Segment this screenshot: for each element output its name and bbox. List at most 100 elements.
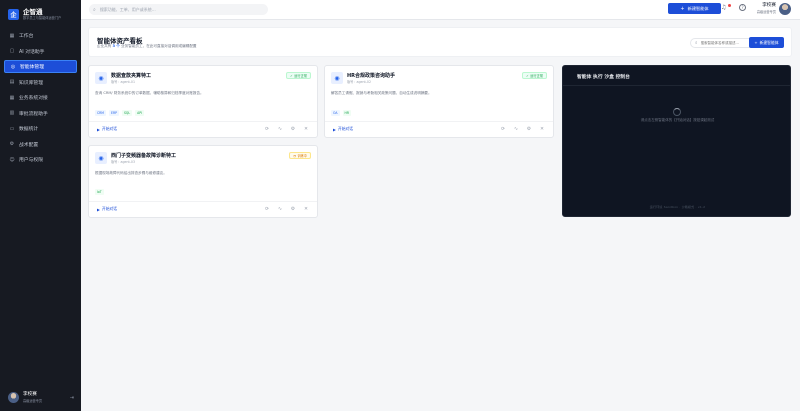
agent-description: 根据现场故障代码给出排查步骤与维修建议。: [95, 171, 167, 175]
grid-icon: ▦: [9, 94, 15, 101]
start-chat-link[interactable]: ▶ 开始对话: [333, 126, 353, 132]
agent-card: ◉ HR合规政策咨询助手 版号：agent-02 ✓ 运行正常 解答员工请假、报销…: [324, 65, 554, 138]
top-user-info[interactable]: 李校赛 高级运营专员: [752, 3, 776, 14]
tag: IoT: [95, 189, 104, 195]
topbar: ⌕ +新建智能体 ♫ ? 李校赛 高级运营专员: [81, 0, 800, 20]
status-badge-label: 训练中: [297, 154, 307, 158]
refresh-icon[interactable]: ⟳: [500, 126, 506, 132]
activity-icon[interactable]: ∿: [277, 126, 283, 132]
check-icon: ✓: [526, 73, 529, 78]
settings-icon[interactable]: ⚙: [290, 206, 296, 212]
sidebar: 企 企智通 数字员工与智能体运营门户 ▦ 工作台 ▢ AI 对话助手 ◎ 智能体管理 …: [0, 0, 81, 411]
create-agent-button-label: 新建智能体: [759, 39, 779, 45]
tag-list: CRM ERP SQL API: [95, 110, 147, 116]
sidebar-item-label: 智能体管理: [20, 65, 44, 70]
page-subtitle: 企业共有 3 个 业务智能员工，在此可直接对话调用或编辑配置: [97, 44, 197, 49]
search-icon: ⌕: [695, 41, 698, 46]
trash-icon[interactable]: ✕: [539, 126, 545, 132]
start-chat-link[interactable]: ▶ 开始对话: [97, 206, 117, 212]
new-agent-button[interactable]: + 新建智能体: [668, 3, 721, 14]
plus-icon: +: [680, 5, 685, 12]
sidebar-item-label: 战术配置: [19, 142, 39, 148]
sidebar-item-config[interactable]: ⚙ 战术配置: [4, 138, 77, 151]
agent-card: ◉ 西门子变频器备故障诊断特工 版号：agent-03 ◔ 训练中 根据现场故障代…: [88, 145, 318, 218]
sidebar-nav: ▦ 工作台 ▢ AI 对话助手 ◎ 智能体管理 ▤ 知识库管理 ▦ 业务系统对接 ▥ 审批流…: [0, 29, 81, 166]
global-search[interactable]: ⌕: [89, 4, 268, 15]
activity-icon[interactable]: ∿: [277, 206, 283, 212]
sidebar-item-users[interactable]: ☺ 用户与权限: [4, 153, 77, 166]
status-badge: ◔ 训练中: [289, 152, 311, 159]
sidebar-item-statistics[interactable]: ▭ 数据统计: [4, 122, 77, 135]
new-agent-button-label: 新建智能体: [687, 5, 709, 11]
refresh-icon[interactable]: ⟳: [264, 126, 270, 132]
agent-meta: 版号：agent-03: [111, 160, 135, 164]
activity-icon[interactable]: ∿: [513, 126, 519, 132]
sidebar-item-system-integration[interactable]: ▦ 业务系统对接: [4, 91, 77, 104]
sidebar-item-agent-management[interactable]: ◎ 智能体管理: [4, 60, 77, 73]
agent-title: 西门子变频器备故障诊断特工: [111, 153, 177, 159]
top-user-role: 高级运营专员: [756, 9, 776, 14]
tag: API: [135, 110, 144, 116]
gear-icon: ⚙: [9, 141, 15, 147]
document-icon: ▥: [9, 110, 15, 116]
sidebar-user-role: 高级运营专员: [23, 398, 43, 403]
tag-list: OA HR: [331, 110, 354, 116]
chat-icon: ▢: [9, 48, 15, 54]
start-chat-link[interactable]: ▶ 开始对话: [97, 126, 117, 132]
clock-icon: ◔: [293, 153, 296, 158]
tag: ERP: [108, 110, 119, 116]
page-header: 智能体资产看板 企业共有 3 个 业务智能员工，在此可直接对话调用或编辑配置 ⌕…: [88, 27, 792, 57]
help-icon[interactable]: ?: [739, 4, 746, 11]
brand-name: 企智通: [23, 7, 43, 16]
refresh-icon[interactable]: ⟳: [264, 206, 270, 212]
bell-icon[interactable]: ♫: [721, 4, 726, 11]
start-chat-label: 开始对话: [101, 206, 118, 211]
sidebar-item-workbench[interactable]: ▦ 工作台: [4, 29, 77, 42]
book-icon: ▤: [9, 79, 15, 85]
subtitle-prefix: 企业共有: [97, 44, 112, 48]
card-actions: ⟳ ∿ ⚙ ✕: [257, 126, 309, 132]
brand-subtitle: 数字员工与智能体运营门户: [23, 15, 62, 20]
trash-icon[interactable]: ✕: [303, 126, 309, 132]
sidebar-item-approval[interactable]: ▥ 审批流程助手: [4, 107, 77, 120]
create-agent-button[interactable]: + 新建智能体: [749, 37, 784, 48]
status-badge: ✓ 运行正常: [286, 72, 311, 79]
agent-search[interactable]: ⌕: [690, 38, 758, 48]
status-badge-label: 运行正常: [294, 74, 307, 78]
sidebar-item-label: 知识库管理: [19, 80, 43, 86]
brand-logo-icon: 企: [8, 8, 19, 20]
search-icon: ⌕: [93, 6, 96, 13]
divider: [89, 121, 317, 122]
agent-title: 数据查款夹算特工: [111, 73, 152, 79]
settings-icon[interactable]: ⚙: [290, 126, 296, 132]
loading-spinner-icon: [673, 108, 681, 116]
sidebar-item-label: 工作台: [19, 34, 34, 39]
settings-icon[interactable]: ⚙: [526, 126, 532, 132]
play-icon: ▶: [333, 126, 336, 132]
agent-meta: 版号：agent-01: [111, 80, 135, 84]
card-actions: ⟳ ∿ ⚙ ✕: [493, 126, 545, 132]
tag-list: IoT: [95, 189, 107, 195]
tag: HR: [342, 110, 351, 116]
console-message: 请点击左侧智能体的【开始对话】按钮调起测试: [640, 118, 715, 122]
sandbox-console: 智能体 执行 沙盒 控制台 请点击左侧智能体的【开始对话】按钮调起测试 运行环境…: [562, 65, 791, 217]
dashboard-icon: ▦: [9, 32, 15, 39]
avatar[interactable]: [779, 3, 791, 15]
notification-dot: [728, 4, 731, 7]
agent-meta: 版号：agent-02: [347, 80, 371, 84]
brand[interactable]: 企 企智通 数字员工与智能体运营门户: [0, 0, 81, 22]
plus-icon: +: [754, 40, 758, 45]
console-title: 智能体 执行 沙盒 控制台: [563, 66, 790, 86]
sidebar-item-knowledge-base[interactable]: ▤ 知识库管理: [4, 76, 77, 89]
sidebar-item-label: 业务系统对接: [19, 96, 48, 101]
trash-icon[interactable]: ✕: [303, 206, 309, 212]
agent-description: 查询 CRM/ 财务系统中的订单数据，辅助核算和归档季度对账报告。: [95, 91, 204, 95]
sidebar-user[interactable]: 李校赛 高级运营专员 ⇥: [8, 392, 76, 403]
agent-icon: ◉: [95, 72, 107, 84]
start-chat-label: 开始对话: [337, 126, 354, 131]
global-search-input[interactable]: [99, 7, 260, 12]
divider: [325, 121, 553, 122]
sidebar-item-ai-chat[interactable]: ▢ AI 对话助手: [4, 45, 77, 58]
agent-description: 解答员工请假、报销与考勤相关政策问题，自动生成说明摘要。: [331, 91, 432, 95]
logout-icon[interactable]: ⇥: [70, 395, 74, 401]
